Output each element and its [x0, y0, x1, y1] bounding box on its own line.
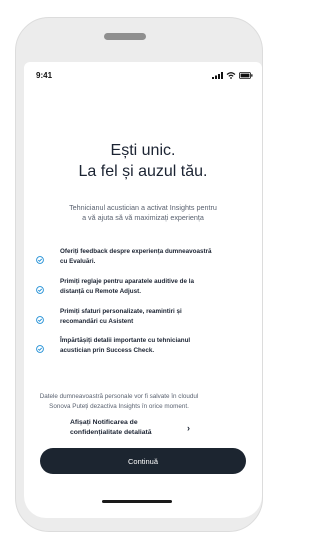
chevron-right-icon: › — [187, 423, 190, 433]
feature-text-line2: recomandări cu Asistent — [60, 318, 134, 325]
feature-text-line1: Oferiți feedback despre experiența dumne… — [60, 248, 212, 255]
signal-icon — [212, 66, 223, 84]
feature-text-line2: acustician prin Success Check. — [60, 347, 155, 354]
phone-speaker — [104, 33, 146, 40]
feature-text: Primiți reglaje pentru aparatele auditiv… — [60, 277, 258, 297]
status-icons — [212, 71, 253, 79]
check-circle-icon — [36, 340, 44, 353]
privacy-link-line2: confidențialitate detaliată — [70, 429, 152, 436]
status-time: 9:41 — [36, 71, 53, 80]
privacy-link-line1: Afișați Notificarea de — [70, 419, 138, 426]
privacy-note-line2: Sonova Puteți dezactiva Insights în oric… — [49, 403, 189, 410]
feature-text-line2: cu Evaluări. — [60, 258, 96, 265]
continue-button[interactable]: Continuă — [40, 448, 246, 474]
feature-text-line1: Primiți reglaje pentru aparatele auditiv… — [60, 278, 195, 285]
page-title-line2: La fel și auzul tău. — [78, 163, 208, 180]
feature-text-line2: distanță cu Remote Adjust. — [60, 288, 141, 295]
page-title-line1: Ești unic. — [110, 142, 176, 159]
feature-text: Primiți sfaturi personalizate, reamintir… — [60, 307, 258, 327]
privacy-note: Datele dumneavoastră personale vor fi sa… — [0, 392, 238, 412]
home-indicator — [102, 500, 172, 503]
wifi-icon — [226, 66, 236, 84]
check-circle-icon — [36, 281, 44, 294]
check-circle-icon — [36, 311, 44, 324]
privacy-note-line1: Datele dumneavoastră personale vor fi sa… — [39, 393, 199, 400]
privacy-link-label: Afișați Notificarea de confidențialitate… — [70, 418, 152, 438]
intro-line2: a vă ajuta să vă maximizați experiența — [82, 213, 204, 222]
intro-line1: Tehnicianul acustician a activat Insight… — [69, 203, 217, 212]
feature-text-line1: Primiți sfaturi personalizate, reamintir… — [60, 308, 182, 315]
check-circle-icon — [36, 251, 44, 264]
feature-text: Împărtășiți detalii importante cu tehnic… — [60, 336, 258, 356]
battery-icon — [239, 66, 253, 84]
privacy-notice-link[interactable]: Afișați Notificarea de confidențialitate… — [70, 418, 200, 440]
intro-text: Tehnicianul acustician a activat Insight… — [24, 203, 262, 223]
feature-text-line1: Împărtășiți detalii importante cu tehnic… — [60, 337, 191, 344]
feature-text: Oferiți feedback despre experiența dumne… — [60, 247, 258, 267]
status-bar: 9:41 — [24, 62, 262, 86]
